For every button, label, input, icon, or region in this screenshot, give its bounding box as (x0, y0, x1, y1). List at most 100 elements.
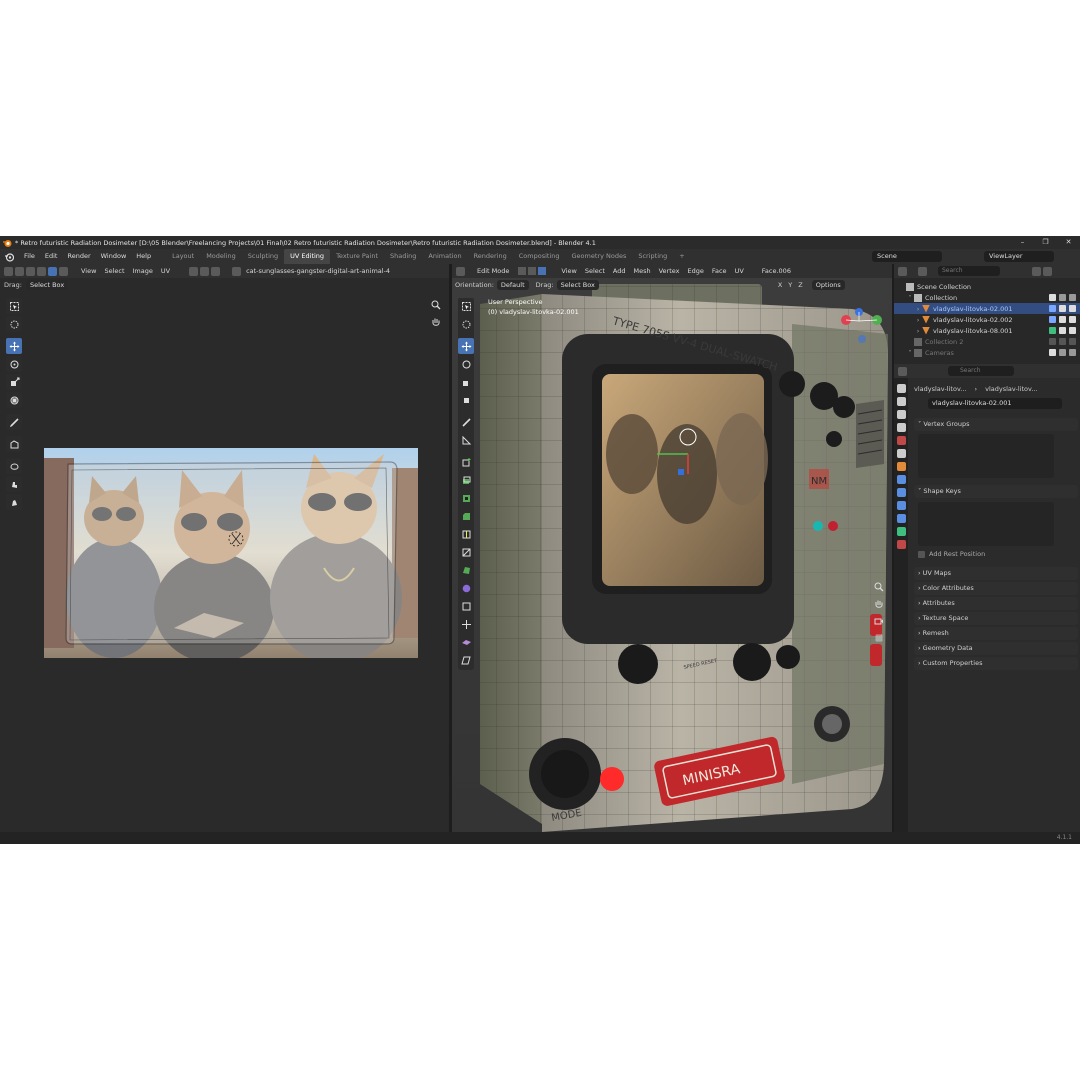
scene-selector[interactable]: Scene (872, 251, 942, 262)
display-mode-icon[interactable] (918, 266, 927, 276)
add-rest-position-row[interactable]: Add Rest Position (918, 550, 985, 558)
mesh-data-icon[interactable] (1049, 327, 1056, 334)
section-attributes[interactable]: › Attributes (914, 597, 1078, 610)
collapse-chevron-icon[interactable]: ˅ (906, 294, 914, 302)
tab-compositing[interactable]: Compositing (513, 249, 566, 264)
image-browse-icon[interactable] (232, 266, 242, 276)
tool-3d-move[interactable] (458, 338, 474, 354)
section-uv-maps[interactable]: › UV Maps (914, 567, 1078, 580)
expand-chevron-icon[interactable]: › (914, 327, 922, 335)
camera-view-icon[interactable] (874, 616, 884, 626)
section-shape-keys[interactable]: ˅ Shape Keys (914, 485, 1078, 498)
mode-dropdown[interactable]: Edit Mode (473, 267, 513, 275)
collapse-chevron-icon[interactable]: ˅ (906, 349, 914, 357)
tab-layout[interactable]: Layout (166, 249, 200, 264)
orientation-dropdown[interactable]: Default (496, 279, 529, 290)
image-name-field[interactable]: cat-sunglasses-gangster-digital-art-anim… (242, 267, 394, 275)
grid-projection-icon[interactable] (874, 633, 884, 643)
tool-relax[interactable] (6, 476, 22, 492)
checkbox-icon[interactable] (1049, 338, 1056, 345)
vp-menu-view[interactable]: View (557, 267, 580, 275)
tool-knife[interactable] (458, 544, 474, 560)
camera-icon[interactable] (1069, 349, 1076, 356)
vertex-select-icon[interactable] (26, 266, 35, 276)
tab-sculpting[interactable]: Sculpting (242, 249, 284, 264)
tab-rendering[interactable]: Rendering (468, 249, 513, 264)
tool-tab-icon[interactable] (896, 384, 906, 393)
tool-rotate[interactable] (6, 356, 22, 372)
new-collection-icon[interactable] (1043, 266, 1052, 276)
outliner-row-scene-collection[interactable]: Scene Collection (894, 281, 1080, 292)
axis-z-toggle[interactable]: Z (795, 281, 805, 289)
tool-select[interactable] (458, 298, 474, 314)
tool-transform[interactable] (6, 392, 22, 408)
uv-sync-icon[interactable] (15, 266, 24, 276)
outliner-row-cameras[interactable]: ˅ Cameras (894, 347, 1080, 358)
tool-3d-transform[interactable] (458, 392, 474, 408)
zoom-icon[interactable] (431, 300, 441, 310)
drag-select-box-dropdown[interactable]: Select Box (25, 279, 69, 290)
tool-loop-cut[interactable] (458, 526, 474, 542)
vp-menu-vertex[interactable]: Vertex (655, 267, 684, 275)
menu-render[interactable]: Render (62, 249, 95, 264)
proportional-edit-icon[interactable] (211, 266, 221, 276)
outliner-row-object-3[interactable]: › vladyslav-litovka-08.001 (894, 325, 1080, 336)
particles-tab-icon[interactable] (896, 488, 906, 497)
vertex-mode-icon[interactable] (518, 267, 527, 275)
tab-animation[interactable]: Animation (422, 249, 467, 264)
tool-shear[interactable] (458, 652, 474, 668)
outliner-row-collection-2[interactable]: Collection 2 (894, 336, 1080, 347)
tool-rip[interactable] (6, 436, 22, 452)
expand-chevron-icon[interactable]: › (914, 305, 922, 313)
tool-3d-scale[interactable] (458, 374, 474, 390)
add-workspace-button[interactable]: + (673, 249, 690, 264)
camera-icon[interactable] (1069, 305, 1076, 312)
outliner-type-icon[interactable] (898, 266, 907, 276)
blender-menu-icon[interactable] (4, 252, 14, 262)
constraints-tab-icon[interactable] (896, 514, 906, 523)
tool-tweak[interactable] (6, 298, 22, 314)
minimize-button[interactable]: – (1011, 236, 1034, 249)
material-tab-icon[interactable] (896, 540, 906, 549)
eye-icon[interactable] (1059, 349, 1066, 356)
object-tab-icon[interactable] (896, 462, 906, 471)
scene-tab-icon[interactable] (896, 436, 906, 445)
vp-menu-select[interactable]: Select (581, 267, 609, 275)
checkbox-icon[interactable] (918, 550, 925, 558)
menu-window[interactable]: Window (96, 249, 132, 264)
camera-icon[interactable] (1069, 327, 1076, 334)
outliner-row-object-1[interactable]: › vladyslav-litovka-02.001 (894, 303, 1080, 314)
camera-icon[interactable] (1069, 316, 1076, 323)
zoom-icon[interactable] (874, 582, 884, 592)
mesh-data-tab-icon[interactable] (896, 527, 906, 536)
properties-type-icon[interactable] (898, 366, 907, 376)
tool-inset[interactable] (458, 490, 474, 506)
menu-help[interactable]: Help (131, 249, 156, 264)
filter-icon[interactable] (1032, 266, 1041, 276)
uv-menu-select[interactable]: Select (100, 267, 128, 275)
tool-bevel[interactable] (458, 508, 474, 524)
tool-add-cube[interactable] (458, 454, 474, 470)
vertex-groups-list[interactable] (918, 434, 1054, 478)
view-layer-tab-icon[interactable] (896, 423, 906, 432)
editor-type-icon[interactable] (456, 266, 465, 276)
vp-menu-mesh[interactable]: Mesh (629, 267, 654, 275)
tool-pinch[interactable] (6, 494, 22, 510)
edge-select-icon[interactable] (37, 266, 46, 276)
tool-annotate[interactable] (6, 414, 22, 430)
section-texture-space[interactable]: › Texture Space (914, 612, 1078, 625)
maximize-button[interactable]: ❐ (1034, 236, 1057, 249)
tool-scale[interactable] (6, 374, 22, 390)
checkbox-icon[interactable] (1049, 294, 1056, 301)
eye-icon[interactable] (1059, 338, 1066, 345)
vp-menu-edge[interactable]: Edge (684, 267, 708, 275)
eye-icon[interactable] (1059, 316, 1066, 323)
tool-grab[interactable] (6, 458, 22, 474)
face-mode-icon[interactable] (538, 267, 547, 275)
tool-extrude[interactable] (458, 472, 474, 488)
eye-icon[interactable] (1059, 305, 1066, 312)
tool-poly-build[interactable] (458, 562, 474, 578)
render-tab-icon[interactable] (896, 397, 906, 406)
active-face-field[interactable]: Face.006 (758, 267, 795, 275)
close-button[interactable]: ✕ (1057, 236, 1080, 249)
